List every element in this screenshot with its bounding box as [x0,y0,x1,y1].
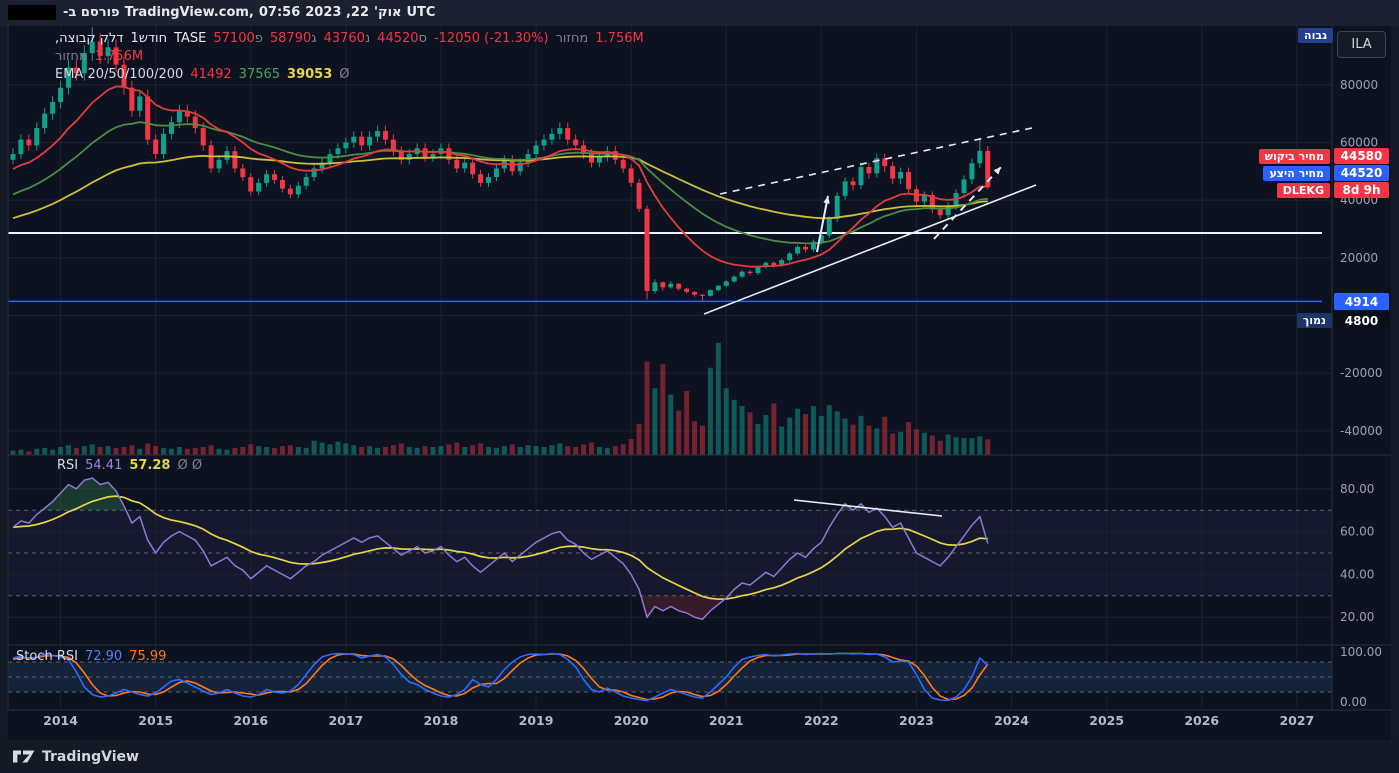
ema-value-slow: 39053 [287,67,333,82]
svg-text:2015: 2015 [138,713,173,728]
rsi-value: 54.41 [85,458,123,473]
chart-canvas[interactable]: 2014 2015 2016 2017 2018 2019 2020 2021 2022 2023… [0,0,1399,773]
bid-price-value: 44580 [1334,148,1389,164]
volume-value: 1.756M [595,31,644,46]
svg-text:2018: 2018 [424,713,459,728]
rsi-label: RSI [57,458,79,473]
symbol-legend: דלק קבוצה, 1חודש TASE פ57100 ג58790 נ437… [55,31,644,46]
stoch-rsi-label: Stoch RSI [16,649,78,664]
published-tz: UTC [406,5,436,20]
tradingview-published-chart: פורסם ב- TradingView.com, 07:56 2023 ,22… [0,0,1399,773]
svg-text:2026: 2026 [1184,713,1219,728]
low-marker-label: נמוך [1296,313,1332,328]
svg-text:2020: 2020 [614,713,649,728]
symbol-exchange: TASE [174,31,207,46]
svg-text:100.00: 100.00 [1340,645,1382,659]
low-marker-value: 4800 [1334,312,1389,329]
stoch-d-value: 75.99 [129,649,167,664]
published-time: 07:56 [258,5,301,20]
symbol-interval: 1חודש [130,31,168,46]
ema-value-fast: 41492 [190,67,232,82]
svg-text:2014: 2014 [43,713,78,728]
svg-text:2024: 2024 [994,713,1029,728]
svg-text:80000: 80000 [1340,78,1378,92]
volume-legend: מחזור 1.756M [55,49,143,64]
volume-indicator-label: מחזור [55,49,88,64]
currency-button[interactable]: ILA [1337,31,1386,58]
footer: TradingView [0,740,1399,773]
ema-value-mid: 37565 [238,67,281,82]
svg-text:2023: 2023 [899,713,934,728]
published-prefix: פורסם ב- [63,5,120,20]
ohlc-open: פ57100 [213,31,263,46]
rsi-legend: RSI 54.41 57.28 Ø Ø [57,458,202,473]
redacted-username [8,5,56,20]
bar-countdown-value: 8d 9h [1334,182,1389,198]
support-level-value: 4914 [1334,293,1389,310]
ema-label: EMA 20/50/100/200 [55,67,184,82]
stoch-rsi-legend: Stoch RSI 72.90 75.99 [16,649,166,664]
svg-text:-40000: -40000 [1340,424,1383,438]
published-site: TradingView.com, [124,5,254,20]
ema-legend: EMA 20/50/100/200 41492 37565 39053 Ø [55,67,350,82]
svg-text:2017: 2017 [328,713,363,728]
tradingview-brand[interactable]: TradingView [42,749,139,765]
ask-price-value: 44520 [1334,165,1389,181]
high-marker-label: גבוה [1298,28,1333,43]
svg-text:2016: 2016 [233,713,268,728]
bid-price-label: מחיר ביקוש [1258,149,1330,164]
svg-text:-20000: -20000 [1340,366,1383,380]
change-value: -12050 (-21.30%) [433,31,549,46]
svg-text:2022: 2022 [804,713,839,728]
rsi-ma-value: 57.28 [129,458,171,473]
tradingview-logo-icon[interactable] [13,749,35,764]
svg-text:2021: 2021 [709,713,744,728]
svg-text:2025: 2025 [1089,713,1124,728]
svg-text:2027: 2027 [1279,713,1314,728]
ask-price-label: מחיר היצע [1263,166,1330,181]
rsi-source-icon: Ø Ø [177,458,203,473]
svg-text:20.00: 20.00 [1340,610,1374,624]
ema-source-icon: Ø [339,67,350,82]
svg-text:0.00: 0.00 [1340,695,1367,709]
ohlc-low: נ43760 [323,31,371,46]
stoch-k-value: 72.90 [84,649,123,664]
symbol-name: דלק קבוצה, [55,31,124,46]
svg-text:40.00: 40.00 [1340,567,1374,581]
countdown-symbol-label: DLEKG [1276,183,1330,198]
volume-indicator-value: 1.756M [94,49,144,64]
svg-text:80.00: 80.00 [1340,482,1374,496]
ohlc-close: ס44520 [377,31,427,46]
ohlc-high: ג58790 [269,31,317,46]
published-month: אוק' [374,5,402,20]
svg-text:60.00: 60.00 [1340,525,1374,539]
published-bar: פורסם ב- TradingView.com, 07:56 2023 ,22… [0,0,1399,25]
svg-text:20000: 20000 [1340,251,1378,265]
svg-text:2019: 2019 [519,713,554,728]
published-date: 2023 ,22 [305,5,370,20]
volume-label: מחזור [555,31,589,46]
